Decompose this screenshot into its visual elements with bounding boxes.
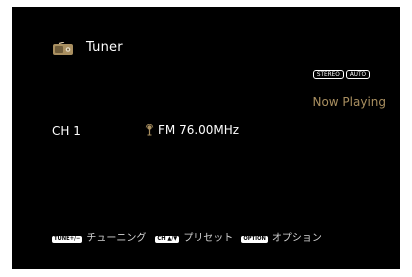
source-header: Tuner xyxy=(52,39,123,57)
option-key-icon: OPTION xyxy=(241,235,268,243)
audio-status-badges: STEREO AUTO xyxy=(312,70,370,79)
frequency-display: FM 76.00MHz xyxy=(145,123,239,137)
stereo-badge: STEREO xyxy=(312,70,344,79)
channel-number: CH 1 xyxy=(52,124,81,138)
tuner-screen: Tuner STEREO AUTO Now Playing CH 1 FM 76… xyxy=(12,7,400,269)
tune-key-icon: TUNE+/− xyxy=(52,235,83,243)
auto-badge: AUTO xyxy=(345,70,370,79)
channel-key-icon: CH ▲/▼ xyxy=(155,235,180,243)
radio-icon xyxy=(52,41,74,55)
option-label: オプション xyxy=(271,233,322,244)
preset-label: プリセット xyxy=(183,233,234,244)
frequency-text: FM 76.00MHz xyxy=(158,123,240,137)
broadcast-antenna-icon xyxy=(145,123,154,136)
tuning-label: チューニング xyxy=(86,233,147,244)
source-title: Tuner xyxy=(86,40,123,55)
now-playing-label: Now Playing xyxy=(312,95,386,109)
remote-guide: TUNE+/− チューニング CH ▲/▼ プリセット OPTION オプション xyxy=(52,232,331,246)
